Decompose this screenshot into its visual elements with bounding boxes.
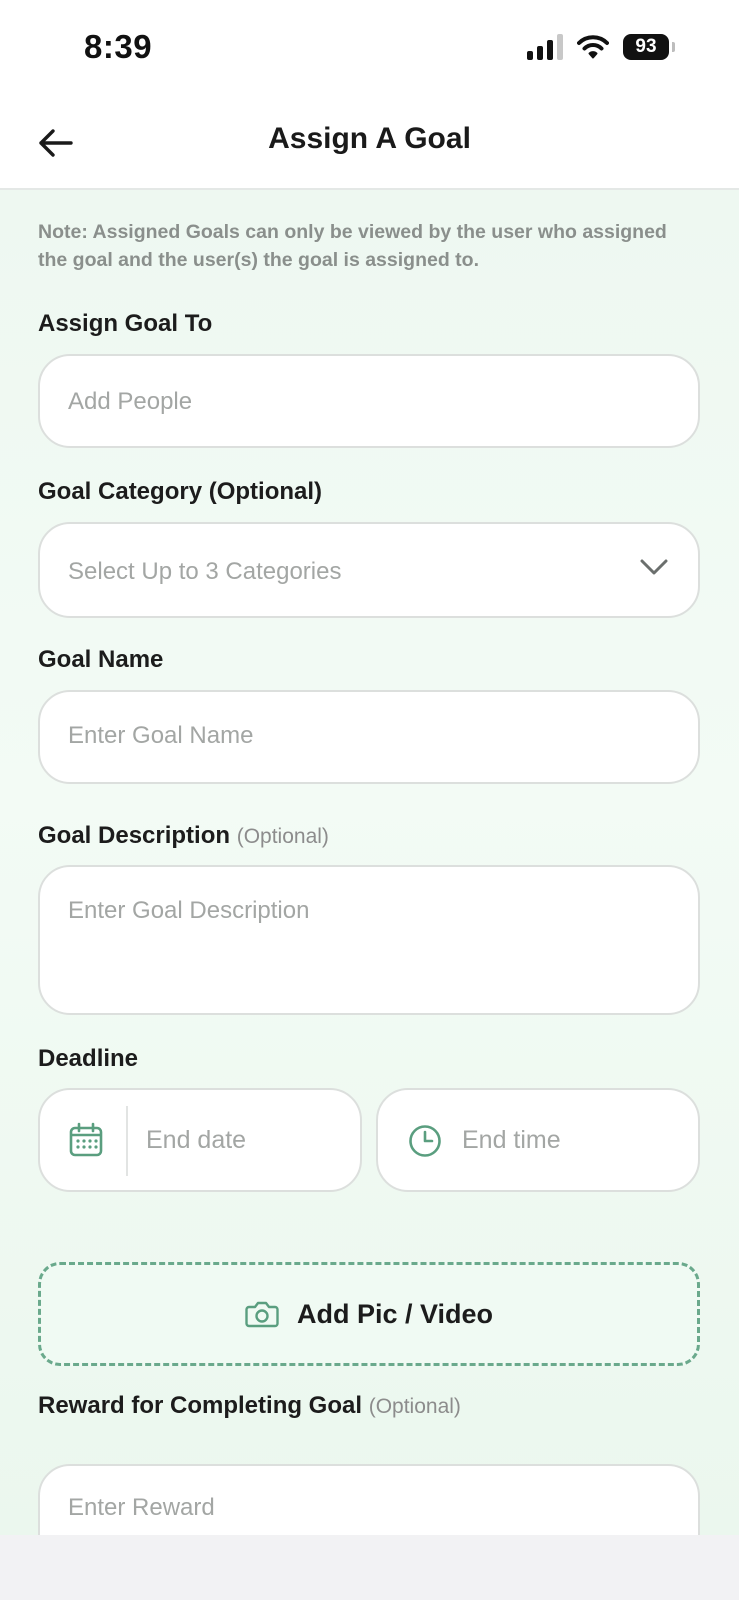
bottom-bar <box>0 1535 739 1600</box>
goal-name-label: Goal Name <box>38 646 164 673</box>
category-select[interactable]: Select Up to 3 Categories <box>38 522 700 618</box>
signal-icon <box>527 34 563 60</box>
assign-to-label: Assign Goal To <box>38 310 213 337</box>
add-people-input[interactable]: Add People <box>38 354 700 448</box>
deadline-label: Deadline <box>38 1045 139 1072</box>
end-date-placeholder: End date <box>146 1126 247 1154</box>
wifi-icon <box>577 35 609 59</box>
form-content[interactable]: Note: Assigned Goals can only be viewed … <box>0 190 739 1535</box>
header: Assign A Goal <box>0 100 739 190</box>
reward-label: Reward for Completing Goal (Optional) <box>38 1392 461 1420</box>
status-bar: 8:39 93 <box>0 0 739 100</box>
status-time: 8:39 <box>84 28 153 65</box>
goal-name-placeholder: Enter Goal Name <box>68 722 254 749</box>
clock-icon <box>409 1125 441 1157</box>
goal-description-placeholder: Enter Goal Description <box>68 897 310 924</box>
page-title: Assign A Goal <box>268 122 471 155</box>
end-date-picker[interactable]: End date <box>38 1088 362 1192</box>
category-label: Goal Category (Optional) <box>38 478 323 505</box>
goal-description-optional: (Optional) <box>236 825 329 848</box>
add-pic-video-label: Add Pic / Video <box>296 1298 494 1329</box>
chevron-down-icon <box>640 559 668 575</box>
add-people-placeholder: Add People <box>68 388 193 415</box>
goal-description-label-text: Goal Description <box>38 822 231 849</box>
reward-placeholder: Enter Reward <box>68 1494 215 1521</box>
battery-icon: 93 <box>623 34 675 60</box>
goal-description-label: Goal Description (Optional) <box>38 822 329 850</box>
reward-label-text: Reward for Completing Goal <box>38 1392 363 1419</box>
status-icons: 93 <box>527 34 675 60</box>
battery-level: 93 <box>623 34 669 60</box>
goal-name-input[interactable]: Enter Goal Name <box>38 690 700 784</box>
screen: 8:39 93 Assign A Goal Note: Assigned Goa… <box>0 0 739 1600</box>
reward-input[interactable]: Enter Reward <box>38 1464 700 1535</box>
note-text: Note: Assigned Goals can only be viewed … <box>38 221 667 271</box>
date-divider <box>126 1106 128 1176</box>
reward-optional: (Optional) <box>368 1395 461 1418</box>
calendar-icon <box>69 1122 103 1157</box>
category-placeholder: Select Up to 3 Categories <box>68 558 342 585</box>
add-pic-video-button[interactable]: Add Pic / Video <box>38 1262 700 1366</box>
end-time-placeholder: End time <box>462 1126 561 1154</box>
camera-icon <box>245 1301 279 1328</box>
goal-description-textarea[interactable]: Enter Goal Description <box>38 865 700 1015</box>
end-time-picker[interactable]: End time <box>376 1088 700 1192</box>
